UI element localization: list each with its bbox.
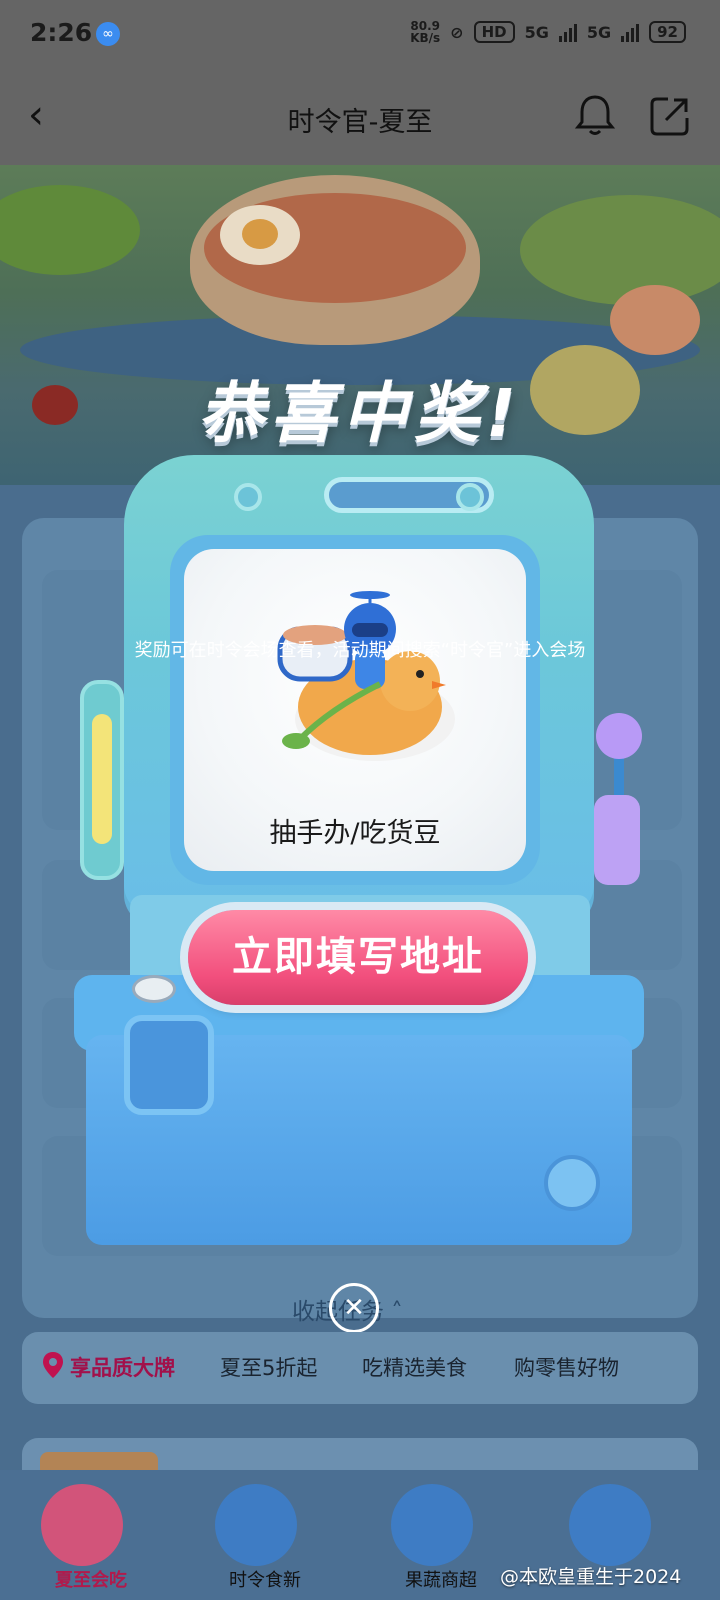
basket-icon: [391, 1484, 473, 1566]
share-icon[interactable]: [648, 94, 692, 138]
signal-icon-2: [621, 22, 640, 42]
tag-item[interactable]: 夏至5折起: [220, 1352, 317, 1382]
machine-knob-left: [234, 483, 262, 511]
tag-item[interactable]: 购零售好物: [514, 1352, 619, 1382]
prize-name: 抽手办/吃货豆: [269, 818, 441, 849]
title-bar: ‹ 时令官-夏至: [0, 70, 720, 165]
reward-notice: 奖励可在时令会场查看，活动期间搜索“时令官”进入会场: [134, 640, 586, 661]
right-lever: [594, 795, 640, 885]
nav-label: 夏至会吃: [55, 1570, 127, 1591]
net2-label: 5G: [586, 22, 612, 42]
signal-icon: [558, 22, 577, 42]
left-lever: [80, 680, 124, 880]
watermark: @本欧皇重生于2024: [500, 1566, 682, 1588]
prize-screen-inner: 抽手办/吃货豆: [184, 549, 526, 871]
medicine-box-icon: [569, 1484, 651, 1566]
cloche-icon: [41, 1484, 123, 1566]
net1-label: 5G: [524, 22, 549, 42]
lotus-leaf-right: [520, 195, 720, 305]
egg: [220, 205, 300, 265]
prize-machine-popup: 抽手办/吃货豆 立即填写地址: [74, 455, 644, 1245]
lever-tube: [92, 714, 112, 844]
close-icon[interactable]: ✕: [329, 1283, 379, 1333]
location-pin-icon: [43, 1352, 63, 1378]
coin-slot: [132, 975, 176, 1003]
prize-screen: 抽手办/吃货豆: [170, 535, 540, 885]
lotus-flower: [610, 285, 700, 355]
status-bar: 2:26 ∞ 80.9 KB/s ⊘ HD 5G 5G 92: [0, 0, 720, 70]
speed-unit: KB/s: [410, 31, 441, 45]
hd-badge: HD: [473, 21, 515, 43]
congrats-headline: 恭喜中奖!: [197, 375, 523, 452]
nav-label: 时令食新: [229, 1570, 301, 1591]
fill-address-button[interactable]: 立即填写地址: [188, 910, 528, 1005]
nav-item-shiling[interactable]: 时令食新: [190, 1470, 340, 1600]
noodle-bowl-image: [190, 175, 480, 345]
link-app-icon: ∞: [96, 22, 120, 46]
machine-knob-right: [456, 483, 484, 511]
tag-item[interactable]: 吃精选美食: [362, 1352, 467, 1382]
bell-icon[interactable]: [572, 92, 618, 138]
link-icon: ⊘: [450, 22, 464, 42]
prize-figure-image: [277, 591, 455, 761]
machine-dial: [544, 1155, 600, 1211]
battery-icon: 92: [649, 21, 686, 43]
nav-label: 果蔬商超: [405, 1570, 477, 1591]
joystick-ball: [596, 713, 642, 759]
status-time: 2:26: [30, 18, 93, 47]
prize-hatch: [124, 1015, 214, 1115]
crown-new-icon: [215, 1484, 297, 1566]
nav-item-xiazhi[interactable]: 夏至会吃: [16, 1470, 166, 1600]
status-indicators: 80.9 KB/s ⊘ HD 5G 5G 92: [410, 20, 686, 44]
nav-item-guoshu[interactable]: 果蔬商超: [366, 1470, 516, 1600]
network-speed: 80.9 KB/s: [410, 20, 440, 44]
lotus-leaf-left: [0, 185, 140, 275]
tag-item[interactable]: 享品质大牌: [70, 1352, 175, 1382]
